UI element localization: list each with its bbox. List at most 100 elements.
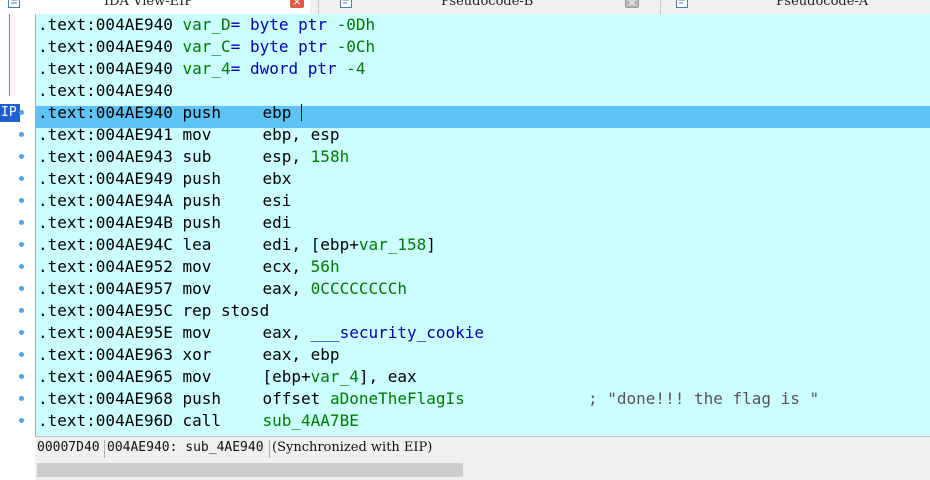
stack-variable-name: var_4 (182, 59, 231, 78)
breakpoint-dot-icon[interactable] (19, 264, 24, 269)
variable-offset: -0Ch (336, 37, 376, 56)
tab-pseudocode-b[interactable]: Pseudocode-B × (320, 0, 650, 14)
close-icon[interactable]: × (625, 0, 639, 8)
instruction-operand: edi (262, 213, 292, 232)
breakpoint-dot-icon[interactable] (19, 308, 24, 313)
operand-name: 56h (310, 257, 340, 276)
tab-pseudocode-a[interactable]: Pseudocode-A (662, 0, 930, 14)
tab-label: Pseudocode-B (441, 0, 534, 9)
pseudocode-icon (676, 0, 688, 8)
tab-separator (660, 0, 661, 14)
ip-marker: IP (0, 104, 20, 122)
line-address: .text:004AE941 (38, 125, 173, 144)
listing-line[interactable]: .text:004AE940 var_4= dword ptr -4 (38, 58, 366, 80)
close-icon[interactable]: × (290, 0, 304, 8)
instruction-mnemonic: push (182, 389, 222, 408)
line-address: .text:004AE94A (38, 191, 173, 210)
listing-line[interactable]: .text:004AE957 mov eax, 0CCCCCCCCh (38, 278, 407, 300)
arrow-gutter (0, 14, 35, 480)
instruction-operand: offset (262, 389, 330, 408)
breakpoint-dot-icon[interactable] (19, 242, 24, 247)
instruction-operand: [ebp+ (262, 367, 311, 386)
instruction-mnemonic: push (182, 213, 222, 232)
instruction-mnemonic: push (182, 103, 222, 122)
stack-variable-name: var_D (182, 15, 231, 34)
instruction-operand: eax, ebp (262, 345, 340, 364)
instruction-mnemonic: sub (182, 147, 212, 166)
listing-line[interactable]: .text:004AE963 xor eax, ebp (38, 344, 340, 366)
listing-line[interactable]: .text:004AE965 mov [ebp+var_4], eax (38, 366, 417, 388)
listing-line[interactable]: .text:004AE94A push esi (38, 190, 291, 212)
breakpoint-dot-icon[interactable] (19, 286, 24, 291)
listing-line[interactable]: .text:004AE941 mov ebp, esp (38, 124, 340, 146)
status-divider (269, 440, 270, 458)
line-address: .text:004AE952 (38, 257, 173, 276)
line-address: .text:004AE96D (38, 411, 173, 430)
listing-line[interactable]: .text:004AE940 (38, 80, 173, 102)
variable-offset: -4 (346, 59, 366, 78)
listing-icon (8, 0, 20, 8)
line-comment: ; "done!!! the flag is " (588, 389, 820, 408)
breakpoint-dot-icon[interactable] (19, 154, 24, 159)
line-address: .text:004AE95E (38, 323, 173, 342)
listing-line[interactable]: .text:004AE940 var_C= byte ptr -0Ch (38, 36, 375, 58)
operand-name: aDoneTheFlagIs (329, 389, 465, 408)
operand-import: ___security_cookie (310, 323, 485, 342)
listing-line[interactable]: .text:004AE940 var_D= byte ptr -0Dh (38, 14, 375, 36)
instruction-operand: ebp, esp (262, 125, 340, 144)
listing-line[interactable]: .text:004AE940 push ebp (38, 102, 303, 124)
instruction-mnemonic: xor (182, 345, 212, 364)
file-offset: 00007D40 (37, 440, 100, 455)
listing-line[interactable]: .text:004AE96D call sub_4AA7BE (38, 410, 359, 432)
tab-label: IDA View-EIP (104, 0, 193, 9)
text-cursor (301, 104, 303, 121)
listing-line[interactable]: .text:004AE94C lea edi, [ebp+var_158] (38, 234, 436, 256)
disassembly-listing[interactable]: .text:004AE940 var_D= byte ptr -0Dh .text… (35, 14, 930, 436)
stack-variable-name: var_C (182, 37, 231, 56)
line-address: .text:004AE949 (38, 169, 173, 188)
tab-ida-view-eip[interactable]: IDA View-EIP × (0, 0, 310, 14)
current-location: 004AE940: sub_4AE940 (107, 440, 264, 455)
horizontal-scrollbar[interactable] (35, 460, 930, 480)
scrollbar-thumb[interactable] (37, 463, 463, 477)
jump-arrow-line (9, 14, 10, 96)
listing-line[interactable]: .text:004AE95E mov eax, ___security_cooki… (38, 322, 484, 344)
instruction-mnemonic: mov (182, 125, 212, 144)
breakpoint-dot-icon[interactable] (19, 330, 24, 335)
line-address: .text:004AE940 (38, 103, 173, 122)
instruction-mnemonic: push (182, 169, 222, 188)
breakpoint-dot-icon[interactable] (19, 132, 24, 137)
operand-name: 158h (310, 147, 350, 166)
listing-line[interactable]: .text:004AE949 push ebx (38, 168, 291, 190)
pseudocode-icon (340, 0, 352, 8)
breakpoint-dot-icon[interactable] (19, 198, 24, 203)
line-address: .text:004AE965 (38, 367, 173, 386)
variable-type: = byte ptr (230, 15, 337, 34)
instruction-operand: ebp (262, 103, 292, 122)
line-address: .text:004AE940 (38, 37, 173, 56)
instruction-operand: eax, (262, 279, 311, 298)
variable-type: = dword ptr (230, 59, 347, 78)
breakpoint-dot-icon[interactable] (19, 176, 24, 181)
instruction-operand: esp, (262, 147, 311, 166)
listing-line[interactable]: .text:004AE94B push edi (38, 212, 291, 234)
instruction-operand: ebx (262, 169, 292, 188)
listing-line[interactable]: .text:004AE952 mov ecx, 56h (38, 256, 340, 278)
instruction-mnemonic: mov (182, 323, 212, 342)
listing-line[interactable]: .text:004AE943 sub esp, 158h (38, 146, 349, 168)
line-address: .text:004AE940 (38, 15, 173, 34)
instruction-operand: edi, [ebp+ (262, 235, 359, 254)
tab-label: Pseudocode-A (776, 0, 869, 9)
instruction-mnemonic: mov (182, 367, 212, 386)
breakpoint-dot-icon[interactable] (19, 220, 24, 225)
breakpoint-dot-icon[interactable] (19, 352, 24, 357)
listing-line[interactable]: .text:004AE968 push offset aDoneTheFlagIs… (38, 388, 819, 410)
breakpoint-dot-icon[interactable] (19, 110, 24, 115)
breakpoint-dot-icon[interactable] (19, 396, 24, 401)
listing-line[interactable]: .text:004AE95C rep stosd (38, 300, 279, 322)
line-address: .text:004AE94C (38, 235, 173, 254)
line-address: .text:004AE940 (38, 59, 173, 78)
line-address: .text:004AE957 (38, 279, 173, 298)
breakpoint-dot-icon[interactable] (19, 418, 24, 423)
breakpoint-dot-icon[interactable] (19, 374, 24, 379)
